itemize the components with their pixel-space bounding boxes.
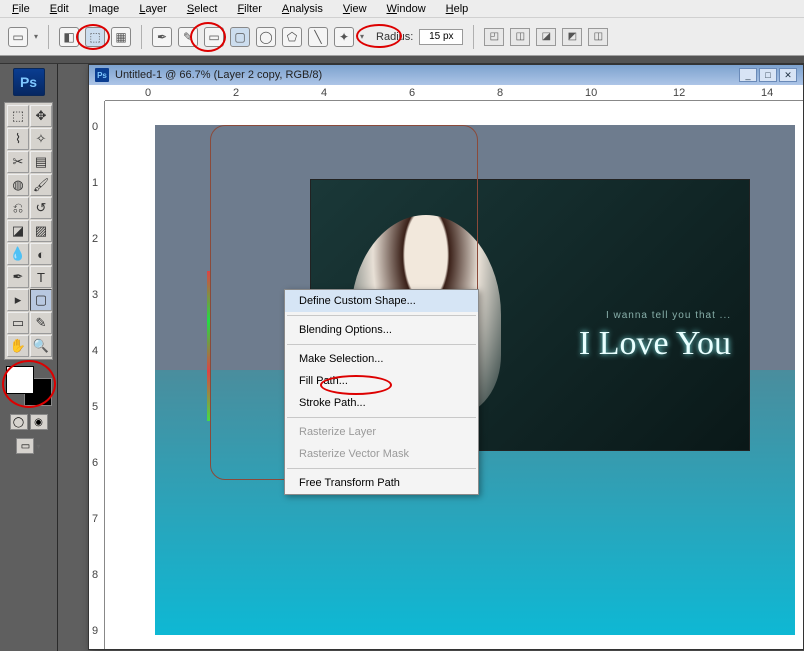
freeform-pen-icon[interactable]: ✎ (178, 27, 198, 47)
zoom-tool[interactable]: 🔍 (30, 335, 52, 357)
custom-shape-icon[interactable]: ✦ (334, 27, 354, 47)
standard-mode-icon[interactable]: ◯ (10, 414, 28, 430)
paths-icon[interactable]: ⬚ (85, 27, 105, 47)
context-menu: Define Custom Shape... Blending Options..… (284, 289, 479, 495)
crop-tool[interactable]: ✂ (7, 151, 29, 173)
ctx-define-custom-shape[interactable]: Define Custom Shape... (285, 290, 478, 312)
minimize-button[interactable]: _ (739, 68, 757, 82)
combine-new-icon[interactable]: ◰ (484, 28, 504, 46)
ellipse-icon[interactable]: ◯ (256, 27, 276, 47)
marquee-tool[interactable]: ⬚ (7, 105, 29, 127)
menu-bar: FileEditImageLayerSelectFilterAnalysisVi… (0, 0, 804, 18)
eyedropper-tool[interactable]: ✎ (30, 312, 52, 334)
ctx-make-selection[interactable]: Make Selection... (285, 348, 478, 370)
radius-label: Radius: (376, 31, 413, 43)
screen-mode-icon[interactable]: ▭ (16, 438, 34, 454)
combine-exclude-icon[interactable]: ◫ (588, 28, 608, 46)
rectangle-icon[interactable]: ▭ (204, 27, 224, 47)
rounded-rect-icon[interactable]: ▢ (230, 27, 250, 47)
hand-tool[interactable]: ✋ (7, 335, 29, 357)
eraser-tool[interactable]: ◪ (7, 220, 29, 242)
ctx-fill-path[interactable]: Fill Path... (285, 370, 478, 392)
gradient-tool[interactable]: ▨ (30, 220, 52, 242)
doc-icon: Ps (95, 68, 109, 82)
vertical-ruler: 0123456789 (89, 101, 105, 649)
menu-analysis[interactable]: Analysis (272, 1, 333, 17)
combine-subtract-icon[interactable]: ◪ (536, 28, 556, 46)
combine-intersect-icon[interactable]: ◩ (562, 28, 582, 46)
photo-caption-small: I wanna tell you that ... (579, 310, 731, 321)
tool-preset-icon[interactable]: ▭ (8, 27, 28, 47)
menu-layer[interactable]: Layer (129, 1, 177, 17)
combine-add-icon[interactable]: ◫ (510, 28, 530, 46)
blur-tool[interactable]: 💧 (7, 243, 29, 265)
menu-edit[interactable]: Edit (40, 1, 79, 17)
options-bar: ▭ ▾ ◧ ⬚ ▦ ✒ ✎ ▭ ▢ ◯ ⬠ ╲ ✦ ▾ Radius: ◰ ◫ … (0, 18, 804, 56)
lasso-tool[interactable]: ⌇ (7, 128, 29, 150)
ctx-stroke-path[interactable]: Stroke Path... (285, 392, 478, 414)
slice-tool[interactable]: ▤ (30, 151, 52, 173)
ctx-free-transform-path[interactable]: Free Transform Path (285, 472, 478, 494)
dodge-tool[interactable]: ◐ (30, 243, 52, 265)
ctx-rasterize-vector-mask: Rasterize Vector Mask (285, 443, 478, 465)
menu-help[interactable]: Help (436, 1, 479, 17)
selection-edge (207, 271, 210, 421)
shape-tool[interactable]: ▢ (30, 289, 52, 311)
wand-tool[interactable]: ✧ (30, 128, 52, 150)
menu-image[interactable]: Image (79, 1, 130, 17)
brush-tool[interactable]: 🖌 (30, 174, 52, 196)
menu-select[interactable]: Select (177, 1, 228, 17)
maximize-button[interactable]: □ (759, 68, 777, 82)
pen-tool[interactable]: ✒ (7, 266, 29, 288)
ps-logo-icon: Ps (13, 68, 45, 96)
document-title: Untitled-1 @ 66.7% (Layer 2 copy, RGB/8) (115, 69, 322, 81)
radius-input[interactable] (419, 29, 463, 45)
quickmask-mode-icon[interactable]: ◉ (30, 414, 48, 430)
horizontal-ruler: 02468101214 (105, 85, 803, 101)
menu-window[interactable]: Window (377, 1, 436, 17)
menu-filter[interactable]: Filter (227, 1, 271, 17)
move-tool[interactable]: ✥ (30, 105, 52, 127)
menu-view[interactable]: View (333, 1, 377, 17)
history-brush-tool[interactable]: ↺ (30, 197, 52, 219)
type-tool[interactable]: T (30, 266, 52, 288)
tools-panel: Ps ⬚ ✥ ⌇ ✧ ✂ ▤ ◍ 🖌 ⎌ ↺ ◪ ▨ 💧 ◐ ✒ T ▸ ▢ ▭… (0, 64, 58, 651)
polygon-icon[interactable]: ⬠ (282, 27, 302, 47)
heal-tool[interactable]: ◍ (7, 174, 29, 196)
shape-layers-icon[interactable]: ◧ (59, 27, 79, 47)
ctx-blending-options[interactable]: Blending Options... (285, 319, 478, 341)
fill-pixels-icon[interactable]: ▦ (111, 27, 131, 47)
ctx-rasterize-layer: Rasterize Layer (285, 421, 478, 443)
notes-tool[interactable]: ▭ (7, 312, 29, 334)
menu-file[interactable]: File (2, 1, 40, 17)
close-button[interactable]: ✕ (779, 68, 797, 82)
document-titlebar[interactable]: Ps Untitled-1 @ 66.7% (Layer 2 copy, RGB… (89, 65, 803, 85)
color-swatch[interactable] (6, 366, 52, 406)
stamp-tool[interactable]: ⎌ (7, 197, 29, 219)
path-select-tool[interactable]: ▸ (7, 289, 29, 311)
foreground-color[interactable] (6, 366, 34, 394)
photo-caption-script: I Love You (579, 325, 731, 363)
pen-icon[interactable]: ✒ (152, 27, 172, 47)
line-icon[interactable]: ╲ (308, 27, 328, 47)
